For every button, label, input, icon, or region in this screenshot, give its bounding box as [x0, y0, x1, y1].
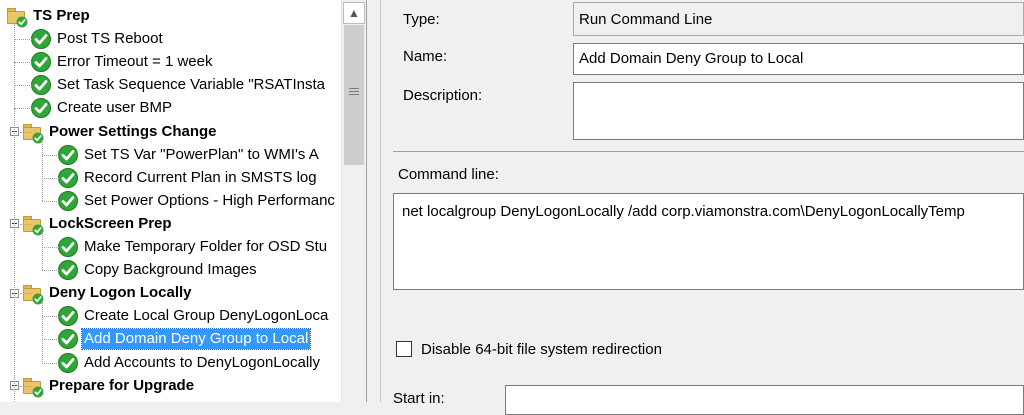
tree-connector-line [42, 177, 59, 179]
tree-item-label: LockScreen Prep [49, 214, 172, 232]
tree-item-label: Error Timeout = 1 week [57, 53, 213, 71]
tree-connector-line [42, 270, 59, 272]
step-success-check-icon [30, 97, 52, 119]
tree-item-label: Set Power Options - High Performanc [84, 191, 335, 209]
tree-item-label: Post TS Reboot [57, 30, 163, 48]
tree-step-row[interactable]: Error Timeout = 1 week [30, 51, 214, 73]
tree-connector-line [42, 139, 43, 201]
scroll-grip-icon [349, 88, 359, 97]
tree-item-label: TS Prep [33, 7, 90, 24]
tree-connector-line [14, 62, 32, 64]
tree-connector-line [42, 154, 59, 156]
tree-scrollbar[interactable]: ▲ [341, 0, 366, 402]
tree-connector-line [42, 362, 59, 364]
tree-item-label: Copy Background Images [84, 261, 257, 279]
tree-item-label: Add Domain Deny Group to Local [80, 328, 312, 351]
tree-connector-line [42, 200, 59, 202]
tree-item-label: Deny Logon Locally [49, 284, 192, 302]
name-field[interactable]: Add Domain Deny Group to Local [573, 43, 1024, 75]
tree-step-row[interactable]: Set Power Options - High Performanc [57, 190, 337, 212]
tree-item-label: Record Current Plan in SMSTS log [84, 168, 317, 186]
type-value: Run Command Line [573, 2, 1024, 36]
step-success-check-icon [57, 259, 79, 281]
step-success-check-icon [57, 236, 79, 258]
tree-connector-line [14, 85, 32, 87]
step-success-check-icon [30, 51, 52, 73]
step-success-check-icon [30, 28, 52, 50]
step-success-check-icon [57, 190, 79, 212]
tree-item-label: Create user BMP [57, 99, 173, 117]
tree-step-row[interactable]: Copy Background Images [57, 259, 259, 281]
tree-step-row[interactable]: Create user BMP [30, 97, 174, 119]
tree-connector-line [14, 108, 32, 110]
step-success-check-icon [57, 305, 79, 327]
step-success-check-icon [57, 167, 79, 189]
tree-connector-line [42, 339, 59, 341]
tree-step-row[interactable]: Add Domain Deny Group to Local [57, 328, 312, 351]
folder-check-icon [6, 6, 28, 28]
scroll-up-arrow-icon[interactable]: ▲ [343, 2, 365, 24]
tree-group-row[interactable]: Deny Logon Locally [10, 282, 194, 305]
tree-group-row[interactable]: Prepare for Upgrade [10, 375, 196, 398]
tree-item-label: Set TS Var "PowerPlan" to WMI's A [84, 145, 319, 163]
disable-redirection-checkbox[interactable] [396, 341, 412, 357]
tree-connector-line [42, 301, 43, 363]
tree-connector-line [42, 247, 59, 248]
section-separator [393, 151, 1024, 152]
step-success-check-icon [57, 144, 79, 166]
tree-connector-line [14, 39, 32, 41]
start-in-label: Start in: [393, 390, 445, 407]
tree-step-row[interactable]: Set Task Sequence Variable "RSATInsta [30, 74, 327, 96]
tree-connector-line [20, 385, 32, 387]
description-label: Description: [403, 87, 483, 104]
tree-item-label: Create Local Group DenyLogonLoca [84, 307, 329, 325]
tree-group-row[interactable]: LockScreen Prep [10, 213, 174, 236]
tree-step-row[interactable]: Set TS Var "PowerPlan" to WMI's A [57, 144, 321, 166]
tree-connector-line [14, 24, 15, 402]
tree-connector-line [42, 231, 43, 271]
start-in-field[interactable] [505, 385, 1024, 415]
tree-step-row[interactable]: Add Accounts to DenyLogonLocally [57, 352, 322, 374]
step-success-check-icon [57, 328, 79, 350]
disable-redirection-label[interactable]: Disable 64-bit file system redirection [421, 341, 662, 358]
tree-item-label: Power Settings Change [49, 122, 217, 140]
tree-step-row[interactable]: Post TS Reboot [30, 28, 165, 50]
tree-item-label: Set Task Sequence Variable "RSATInsta [57, 76, 325, 94]
name-label: Name: [403, 48, 448, 65]
splitter-divider [380, 0, 381, 402]
tree-item-label: Add Accounts to DenyLogonLocally [84, 353, 320, 371]
tree-item-label: Prepare for Upgrade [49, 376, 195, 394]
tree-step-row[interactable]: Create Local Group DenyLogonLoca [57, 305, 330, 327]
command-line-field[interactable]: net localgroup DenyLogonLocally /add cor… [393, 193, 1024, 290]
tree-group-row[interactable]: TS Prep [6, 5, 92, 28]
description-field[interactable] [573, 82, 1024, 140]
task-sequence-tree[interactable]: TS Prep Post TS Reboot Error Timeout = 1 w… [0, 0, 367, 402]
tree-connector-line [20, 131, 32, 133]
tree-step-row[interactable]: Make Temporary Folder for OSD Stu [57, 236, 329, 258]
command-line-label: Command line: [398, 166, 499, 183]
tree-item-label: Make Temporary Folder for OSD Stu [84, 238, 328, 255]
step-success-check-icon [30, 74, 52, 96]
tree-step-row[interactable]: Record Current Plan in SMSTS log [57, 167, 319, 189]
step-success-check-icon [57, 352, 79, 374]
tree-connector-line [42, 316, 59, 318]
pane-splitter[interactable] [367, 0, 381, 402]
tree-connector-line [20, 293, 32, 295]
tree-connector-line [20, 223, 32, 225]
type-label: Type: [403, 11, 440, 28]
